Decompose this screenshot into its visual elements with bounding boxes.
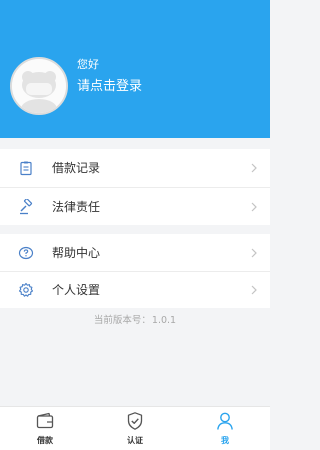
- tab-loan[interactable]: 借款: [0, 407, 90, 450]
- menu-group-records: 借款记录 法律责任: [0, 149, 270, 225]
- menu-label-legal-liability: 法律责任: [52, 199, 101, 214]
- help-icon: [18, 246, 34, 259]
- gear-icon: [18, 282, 34, 297]
- shield-check-icon: [127, 412, 143, 430]
- menu-item-personal-settings[interactable]: 个人设置: [0, 271, 270, 308]
- menu-group-support: 帮助中心 个人设置: [0, 234, 270, 308]
- chevron-right-icon: [251, 202, 257, 211]
- chevron-right-icon: [251, 285, 257, 295]
- tab-verify[interactable]: 认证: [90, 407, 180, 450]
- menu-label-help-center: 帮助中心: [52, 245, 101, 260]
- version-label: 当前版本号：: [93, 315, 151, 326]
- menu-item-legal-liability[interactable]: 法律责任: [0, 187, 270, 225]
- tab-label-loan: 借款: [37, 436, 53, 445]
- tab-label-me: 我: [221, 436, 229, 445]
- chevron-right-icon: [251, 248, 257, 257]
- tab-label-verify: 认证: [127, 436, 143, 445]
- menu-label-loan-records: 借款记录: [52, 161, 101, 175]
- default-avatar-icon: [12, 59, 66, 113]
- version-number: 1.0.1: [151, 315, 177, 326]
- avatar[interactable]: [10, 57, 68, 115]
- profile-header: 您好 请点击登录: [0, 0, 270, 138]
- profile-page: 您好 请点击登录 借款记录 法律责任 帮助中心 个人设置 当前版本号：1.0.1…: [0, 0, 270, 450]
- greeting-text: 您好: [77, 58, 99, 71]
- user-icon: [217, 412, 233, 430]
- menu-label-personal-settings: 个人设置: [52, 283, 101, 297]
- clipboard-icon: [20, 161, 32, 176]
- bottom-tab-bar: 借款 认证 我: [0, 406, 270, 450]
- wallet-icon: [36, 412, 54, 429]
- tab-me[interactable]: 我: [180, 407, 270, 450]
- menu-item-loan-records[interactable]: 借款记录: [0, 149, 270, 187]
- menu-item-help-center[interactable]: 帮助中心: [0, 234, 270, 271]
- chevron-right-icon: [251, 163, 257, 173]
- gavel-icon: [20, 198, 33, 214]
- version-info: 当前版本号：1.0.1: [0, 315, 270, 327]
- login-link[interactable]: 请点击登录: [77, 79, 142, 95]
